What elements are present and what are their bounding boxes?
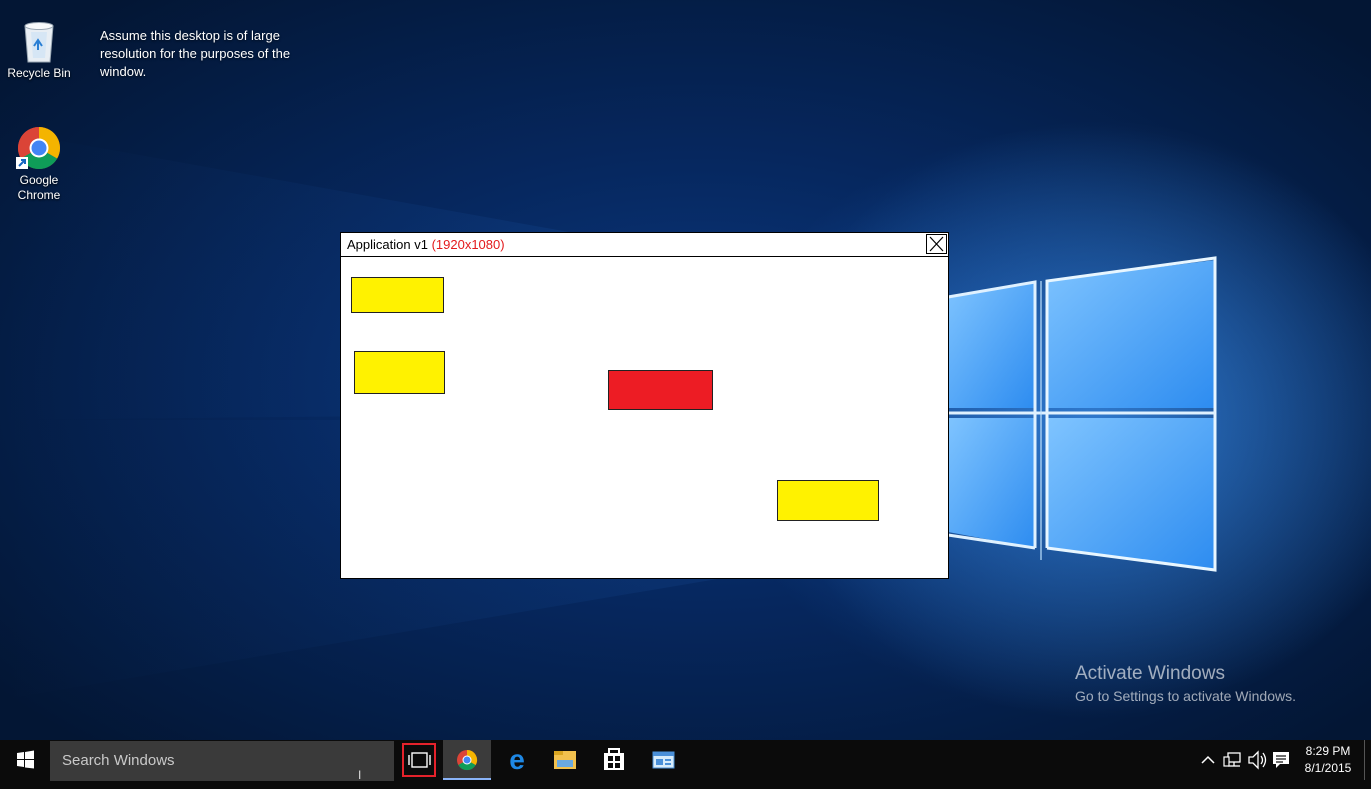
recycle-bin-label: Recycle Bin xyxy=(7,66,71,80)
action-center-icon xyxy=(1273,752,1289,768)
taskbar-file-explorer[interactable] xyxy=(541,740,589,780)
app-title: Application v1 xyxy=(347,237,428,252)
edge-icon: e xyxy=(509,744,525,775)
taskbar-store[interactable] xyxy=(590,740,638,780)
yellow-block-2[interactable] xyxy=(354,351,445,394)
network-button[interactable] xyxy=(1222,740,1244,780)
yellow-block-1[interactable] xyxy=(351,277,444,313)
search-input[interactable]: Search Windows I xyxy=(50,741,394,782)
activate-windows-watermark: Activate Windows Go to Settings to activ… xyxy=(1075,662,1296,706)
svg-text:e: e xyxy=(509,744,525,775)
chrome-label-line2: Chrome xyxy=(17,188,61,202)
app-resolution: (1920x1080) xyxy=(431,237,505,252)
taskbar-edge[interactable]: e xyxy=(493,740,541,780)
clock[interactable]: 8:29 PM 8/1/2015 xyxy=(1296,743,1360,777)
desktop: Recycle Bin Google Chrome Assume this de… xyxy=(0,0,1371,740)
yellow-block-3[interactable] xyxy=(777,480,879,521)
chrome-label-line1: Google xyxy=(19,173,59,187)
volume-button[interactable] xyxy=(1246,740,1268,780)
google-chrome-shortcut[interactable]: Google Chrome xyxy=(1,125,77,203)
clock-date: 8/1/2015 xyxy=(1304,761,1352,775)
clock-time: 8:29 PM xyxy=(1305,744,1351,758)
recycle-bin-icon xyxy=(24,22,54,63)
volume-icon xyxy=(1248,750,1267,770)
watermark-subtitle: Go to Settings to activate Windows. xyxy=(1075,688,1296,704)
close-x-icon xyxy=(929,236,944,252)
chevron-up-icon xyxy=(1201,755,1215,764)
taskbar-app[interactable] xyxy=(639,740,687,780)
red-block[interactable] xyxy=(608,370,713,410)
show-desktop-button[interactable] xyxy=(1364,740,1365,780)
show-hidden-icons-button[interactable] xyxy=(1198,740,1218,780)
app-titlebar[interactable]: Application v1 (1920x1080) xyxy=(341,233,948,257)
windows-logo-icon xyxy=(17,750,34,769)
search-placeholder: Search Windows xyxy=(62,752,175,769)
task-view-button[interactable] xyxy=(396,740,444,780)
task-view-icon xyxy=(408,752,431,768)
recycle-bin-shortcut[interactable]: Recycle Bin xyxy=(1,20,77,81)
desktop-note-text: Assume this desktop is of large resoluti… xyxy=(100,28,291,79)
close-button[interactable] xyxy=(926,234,947,254)
app-window-icon xyxy=(652,751,675,769)
taskbar-chrome[interactable] xyxy=(443,740,491,780)
application-window: Application v1 (1920x1080) xyxy=(340,232,949,579)
taskbar: Search Windows I e 8:29 PM 8/1/2015 xyxy=(0,740,1371,789)
store-icon xyxy=(604,748,624,770)
chrome-icon xyxy=(16,126,61,170)
active-indicator xyxy=(443,778,491,780)
text-cursor-icon: I xyxy=(358,768,362,782)
action-center-button[interactable] xyxy=(1270,740,1292,780)
file-explorer-icon xyxy=(554,751,576,769)
network-icon xyxy=(1223,752,1241,767)
watermark-title: Activate Windows xyxy=(1075,663,1225,684)
start-button[interactable] xyxy=(0,740,50,789)
chrome-icon xyxy=(457,749,478,771)
